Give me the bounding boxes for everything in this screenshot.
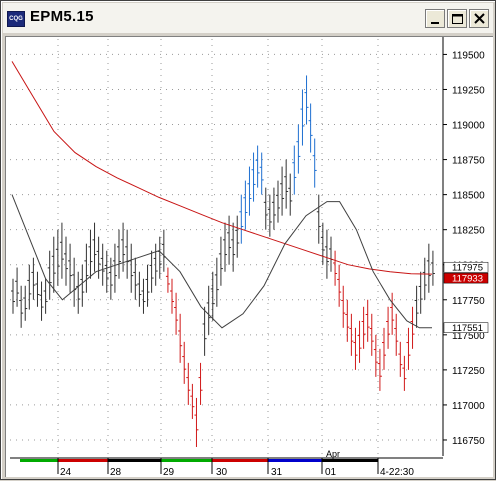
time-tick-label: 24 [60,467,72,476]
session-color-segment [20,459,58,462]
moving-average-short [11,194,433,329]
moving-average-long [11,61,433,275]
minimize-button[interactable] [425,9,445,28]
close-button[interactable] [469,9,489,28]
minimize-icon [431,22,439,24]
price-tick-label: 116750 [452,436,485,447]
price-tick-label: 118500 [452,191,485,202]
session-color-segment [212,459,268,462]
session-color-segment [161,459,212,462]
price-tick-label: 119500 [452,50,485,61]
price-tick-label: 118750 [452,156,485,167]
session-color-segment [268,459,322,462]
price-chart[interactable]: 1195001192501190001187501185001182501180… [6,37,492,478]
window-title: EPM5.15 [30,8,94,25]
month-label: Apr [326,449,340,459]
last-price-label: 117975 [452,263,483,274]
price-tick-label: 117250 [452,366,485,377]
chart-panel[interactable]: 1195001192501190001187501185001182501180… [5,36,493,478]
maximize-icon [452,14,463,24]
title-bar[interactable]: CQG EPM5.15 [3,3,493,33]
maximize-button[interactable] [447,9,467,28]
price-tick-label: 118250 [452,226,485,237]
price-tick-label: 119000 [452,121,485,132]
price-tick-label: 117750 [452,296,485,307]
price-tick-label: 117000 [452,401,485,412]
session-color-segment [58,459,108,462]
session-color-segment [322,459,378,462]
session-color-segment [108,459,161,462]
time-tick-label: 4-22:30 [380,467,414,476]
time-tick-label: 30 [216,467,228,476]
cqg-app-icon: CQG [7,11,25,27]
time-tick-label: 01 [325,467,337,476]
time-tick-label: 28 [110,467,122,476]
ma-short-price-label: 117551 [452,323,483,334]
time-tick-label: 31 [271,467,283,476]
close-icon [474,13,485,24]
price-tick-label: 119250 [452,85,485,96]
ma-long-price-label: 117933 [452,274,483,285]
time-tick-label: 29 [163,467,175,476]
chart-window: CQG EPM5.15 119500 119250 119000 118750 1185… [0,0,496,480]
